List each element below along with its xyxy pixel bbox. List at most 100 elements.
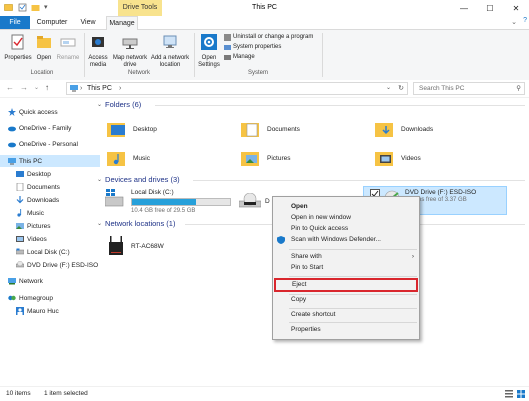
nav-network[interactable]: Network [0,275,100,287]
cloud-icon [8,126,16,132]
network-drive-icon [122,38,138,49]
manage-button[interactable]: Manage [224,53,255,61]
dvd-drive-icon [239,193,261,208]
refresh-icon[interactable]: ↻ [398,83,404,94]
menu-item-scan-defender[interactable]: Scan with Windows Defender... [273,234,419,246]
desktop-icon [16,171,24,177]
nav-quick-access[interactable]: Quick access [0,106,100,118]
desktop-folder-icon [107,122,125,137]
open-button[interactable]: Open [34,34,54,62]
tab-file[interactable]: File [0,16,30,29]
up-arrow-icon[interactable]: ↑ [45,83,49,92]
local-disk-usage-fill [132,199,196,205]
network-icon [8,278,16,285]
esd-iso-name: DVD Drive (F:) ESD-ISO [405,189,477,196]
nav-videos[interactable]: Videos [0,233,108,245]
homegroup-icon [8,295,16,301]
add-network-location-button[interactable]: Add a network location [149,34,191,69]
chevron-down-icon: ⌄ [97,221,103,227]
defender-shield-icon [277,236,285,244]
user-icon [16,307,24,315]
recent-locations-icon[interactable]: ⌄ [34,84,39,91]
downloads-icon [16,196,24,204]
network-router[interactable]: RT-AC68W [107,236,164,256]
star-icon [8,108,16,116]
uninstall-program-button[interactable]: Uninstall or change a program [224,33,313,41]
settings-gear-icon [201,34,217,50]
large-icons-view-icon[interactable] [517,390,525,398]
nav-pictures[interactable]: Pictures [0,220,108,232]
nav-user[interactable]: Mauro Huc [0,305,108,317]
nav-onedrive-personal[interactable]: OneDrive - Personal [0,138,100,150]
nav-downloads[interactable]: Downloads [0,194,108,206]
menu-separator [289,322,417,323]
folder-videos[interactable]: Videos [375,147,475,169]
drive-dvd[interactable]: D [239,193,270,209]
system-group-label: System [247,70,268,76]
menu-item-pin-start[interactable]: Pin to Start [273,262,419,274]
drive-local-disk[interactable]: Local Disk (C:) 10.4 GB free of 29.5 GB [105,189,231,214]
folder-music[interactable]: Music [107,147,207,169]
folders-section-header[interactable]: ⌄ Folders (6) [97,100,141,109]
menu-item-create-shortcut[interactable]: Create shortcut [273,309,419,321]
tab-view[interactable]: View [74,16,102,29]
ribbon-collapse-icon[interactable]: ⌄ [511,18,517,26]
router-icon [109,236,123,255]
address-box[interactable]: › This PC › ⌄ ↻ [66,82,408,95]
context-menu: Open Open in new window Pin to Quick acc… [272,196,420,340]
maximize-button[interactable]: ☐ [477,0,503,16]
section-divider [193,180,525,181]
nav-homegroup[interactable]: Homegroup [0,292,100,304]
chevron-down-icon: ⌄ [97,102,103,108]
nav-this-pc[interactable]: This PC [0,155,100,167]
ribbon-tabs: File Computer View Manage ⌄ ? [0,16,529,30]
folder-desktop[interactable]: Desktop [107,118,207,140]
selection-count: 1 item selected [44,390,88,397]
dvd-drive-icon [16,261,24,268]
map-network-drive-button[interactable]: Map network drive [112,34,148,69]
folder-documents[interactable]: Documents [241,118,341,140]
properties-button[interactable]: Properties [3,34,33,62]
nav-desktop[interactable]: Desktop [0,168,108,180]
open-folder-icon [37,36,51,48]
music-icon [17,209,22,217]
network-group-label: Network [127,70,150,76]
rename-button[interactable]: Rename [56,34,80,62]
minimize-button[interactable]: — [451,0,477,16]
search-input[interactable]: Search This PC ⚲ [413,82,525,95]
folder-pictures[interactable]: Pictures [241,147,341,169]
back-arrow-icon[interactable]: ← [6,83,14,92]
open-settings-button[interactable]: Open Settings [196,34,222,69]
menu-item-properties[interactable]: Properties [273,324,419,336]
status-bar: 10 items 1 item selected [0,386,529,401]
add-network-location-icon [163,35,177,48]
nav-local-disk[interactable]: Local Disk (C:) [0,246,108,258]
address-dropdown-icon[interactable]: ⌄ [386,83,391,94]
cloud-icon [8,142,16,148]
item-count: 10 items [6,390,31,397]
system-properties-button[interactable]: System properties [224,43,281,51]
tab-computer[interactable]: Computer [34,16,70,29]
close-button[interactable]: ✕ [503,0,529,16]
menu-item-eject[interactable]: Eject [274,278,418,292]
nav-dvd-drive[interactable]: DVD Drive (F:) ESD-ISO [0,259,108,271]
drives-section-header[interactable]: ⌄ Devices and drives (3) [97,175,180,184]
tab-manage[interactable]: Manage [106,16,138,30]
nav-music[interactable]: Music [0,207,108,219]
folder-downloads[interactable]: Downloads [375,118,475,140]
window-title: This PC [252,4,277,11]
nav-documents[interactable]: Documents [0,181,108,193]
breadcrumb-separator: › [119,85,122,92]
forward-arrow-icon[interactable]: → [20,83,28,92]
this-pc-icon [8,158,16,165]
network-locations-header[interactable]: ⌄ Network locations (1) [97,219,175,228]
pictures-folder-icon [241,151,259,166]
nav-onedrive-family[interactable]: OneDrive - Family [0,122,100,134]
uninstall-icon [224,33,231,41]
breadcrumb-this-pc[interactable]: This PC [87,83,112,94]
access-media-button[interactable]: Access media [86,34,110,69]
downloads-folder-icon [375,122,393,137]
details-view-icon[interactable] [505,390,513,398]
menu-item-copy[interactable]: Copy [273,294,419,306]
help-icon[interactable]: ? [523,17,527,24]
